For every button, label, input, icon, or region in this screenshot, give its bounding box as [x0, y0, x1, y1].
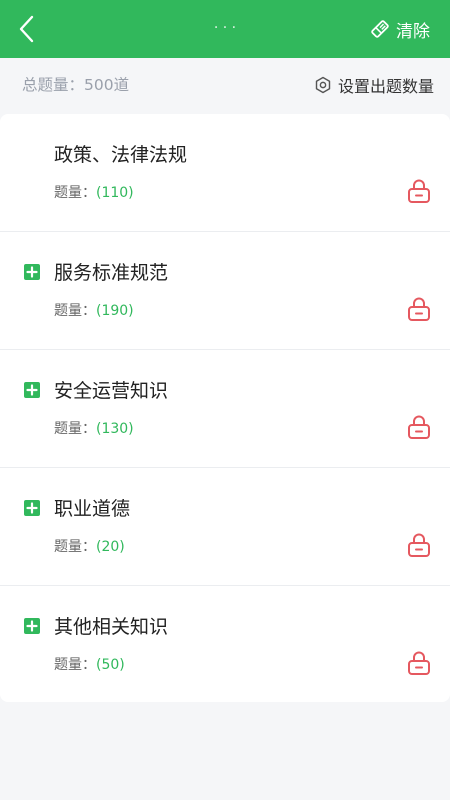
question-count-label: 题量： — [54, 303, 96, 319]
chevron-left-icon — [19, 15, 34, 43]
question-count: 题量：(20) — [54, 536, 125, 556]
question-count: 题量：(50) — [54, 654, 125, 674]
category-name: 政策、法律法规 — [54, 144, 188, 166]
gear-icon — [315, 76, 331, 94]
app-header: · · · 清除 — [0, 0, 450, 58]
question-count-value: (190) — [96, 303, 134, 319]
lock-icon — [408, 297, 430, 321]
lock-button[interactable] — [406, 650, 434, 678]
category-row[interactable]: 服务标准规范 题量：(190) — [0, 232, 450, 350]
lock-icon — [408, 651, 430, 675]
plus-square-icon[interactable] — [24, 382, 40, 398]
category-row[interactable]: 政策、法律法规 题量：(110) — [0, 114, 450, 232]
set-question-count-button[interactable]: 设置出题数量 — [314, 72, 434, 98]
clear-label: 清除 — [396, 21, 430, 42]
category-list: 政策、法律法规 题量：(110) 服务标准规范 题量：(190) 安全运营知识 … — [0, 114, 450, 702]
question-count: 题量：(190) — [54, 300, 134, 320]
lock-button[interactable] — [406, 532, 434, 560]
category-row[interactable]: 安全运营知识 题量：(130) — [0, 350, 450, 468]
question-count-label: 题量： — [54, 657, 96, 673]
clear-button[interactable]: 清除 — [370, 14, 430, 44]
category-name: 服务标准规范 — [54, 262, 169, 284]
category-row[interactable]: 职业道德 题量：(20) — [0, 468, 450, 586]
lock-icon — [408, 533, 430, 557]
plus-square-icon[interactable] — [24, 618, 40, 634]
question-count-value: (50) — [96, 657, 125, 673]
plus-square-icon[interactable] — [24, 264, 40, 280]
category-name: 其他相关知识 — [54, 616, 169, 638]
category-name: 安全运营知识 — [54, 380, 169, 402]
question-count-value: (110) — [96, 185, 134, 201]
plus-square-icon[interactable] — [24, 500, 40, 516]
lock-button[interactable] — [406, 296, 434, 324]
question-count-value: (20) — [96, 539, 125, 555]
question-count-label: 题量： — [54, 421, 96, 437]
lock-icon — [408, 179, 430, 203]
question-count: 题量：(130) — [54, 418, 134, 438]
question-count-label: 题量： — [54, 185, 96, 201]
page-title: · · · — [213, 20, 237, 36]
question-count-label: 题量： — [54, 539, 96, 555]
category-row[interactable]: 其他相关知识 题量：(50) — [0, 586, 450, 702]
info-bar: 总题量：500道 设置出题数量 — [0, 58, 450, 110]
eraser-icon — [371, 20, 389, 38]
lock-icon — [408, 415, 430, 439]
settings-label: 设置出题数量 — [337, 77, 434, 96]
total-question-count: 总题量：500道 — [22, 76, 130, 94]
lock-button[interactable] — [406, 178, 434, 206]
category-name: 职业道德 — [54, 498, 131, 520]
question-count-value: (130) — [96, 421, 134, 437]
question-count: 题量：(110) — [54, 182, 134, 202]
back-button[interactable] — [10, 12, 44, 46]
lock-button[interactable] — [406, 414, 434, 442]
